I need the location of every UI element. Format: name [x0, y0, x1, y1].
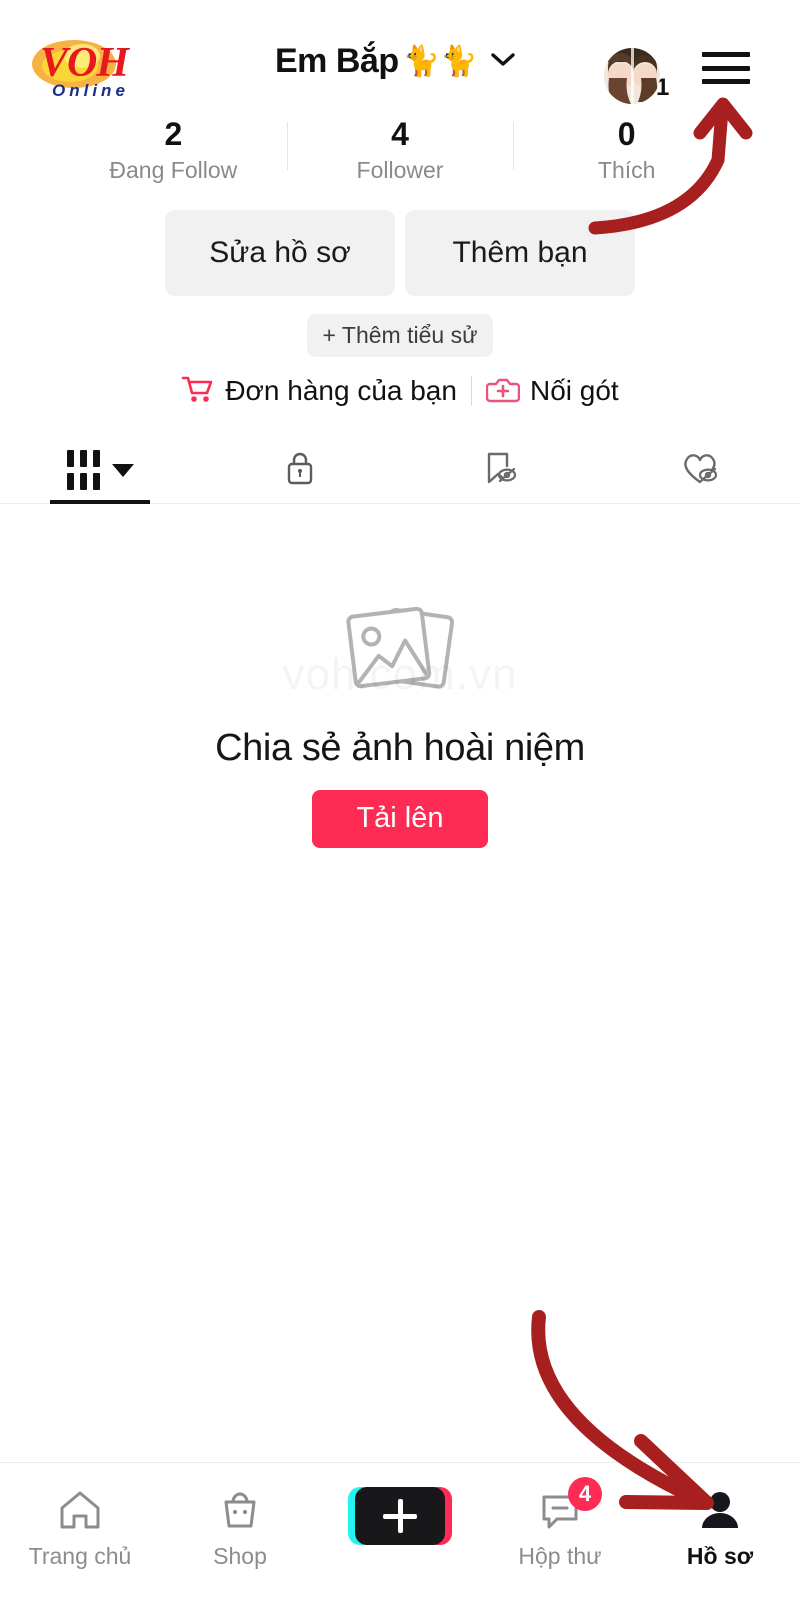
hamburger-bar: [702, 79, 750, 84]
stat-likes[interactable]: 0 Thích: [513, 116, 740, 184]
shopping-bag-icon: [216, 1487, 264, 1533]
add-bio-button[interactable]: + Thêm tiểu sử: [306, 313, 494, 357]
svg-text:VOH: VOH: [40, 40, 130, 86]
hamburger-bar: [702, 52, 750, 57]
lock-icon: [283, 448, 317, 493]
username-dropdown[interactable]: Em Bắp 🐈🐈: [275, 42, 517, 81]
shopping-cart-icon: [181, 374, 215, 409]
empty-state: voh.com.vn Chia sẻ ảnh hoài niệm Tải lên: [0, 594, 800, 848]
nav-label: Hộp thư: [518, 1543, 602, 1569]
create-core: [355, 1487, 445, 1545]
heart-hidden-icon: [680, 448, 720, 493]
nav-label: Hồ sơ: [686, 1543, 754, 1569]
add-photo-badge-icon: [485, 373, 521, 410]
message-icon: 4: [536, 1477, 602, 1533]
svg-text:Online: Online: [52, 81, 129, 100]
bookmark-hidden-icon: [481, 448, 519, 493]
nav-item-shop[interactable]: Shop: [160, 1487, 320, 1570]
person-icon: [696, 1487, 744, 1533]
stat-label: Follower: [356, 156, 444, 183]
avatar-group[interactable]: 1: [604, 48, 669, 104]
orders-label: Đơn hàng của bạn: [225, 375, 457, 407]
profile-stats: 2 Đang Follow 4 Follower 0 Thích: [0, 116, 800, 184]
nav-item-profile[interactable]: Hồ sơ: [640, 1487, 800, 1570]
edit-profile-button[interactable]: Sửa hồ sơ: [165, 209, 395, 296]
plus-vertical: [397, 1499, 403, 1533]
stat-value: 0: [617, 116, 636, 152]
tab-posts-grid[interactable]: [0, 438, 200, 503]
hamburger-bar: [702, 65, 750, 71]
home-icon: [56, 1487, 104, 1533]
noi-got-label: Nối gót: [529, 375, 619, 407]
profile-actions: Sửa hồ sơ Thêm bạn: [0, 209, 800, 296]
nav-item-home[interactable]: Trang chủ: [0, 1487, 160, 1570]
nav-label: Shop: [213, 1543, 267, 1569]
upload-button[interactable]: Tải lên: [312, 789, 488, 848]
profile-links: Đơn hàng của bạn Nối gót: [0, 373, 800, 410]
nav-item-inbox[interactable]: 4 Hộp thư: [480, 1477, 640, 1570]
tab-saved-hidden[interactable]: [400, 438, 600, 503]
profile-screen: VOH Online Em Bắp 🐈🐈 1 2 Đang Follow 4 F…: [0, 0, 800, 1600]
add-friend-button[interactable]: Thêm bạn: [405, 209, 635, 296]
stat-label: Đang Follow: [109, 156, 238, 183]
link-separator: [470, 376, 472, 407]
voh-online-logo: VOH Online: [22, 36, 172, 102]
caret-down-icon[interactable]: [111, 463, 134, 477]
empty-state-title: Chia sẻ ảnh hoài niệm: [215, 726, 585, 769]
hamburger-menu-icon[interactable]: [702, 48, 750, 88]
stat-label: Thích: [597, 156, 656, 183]
add-bio-label: + Thêm tiểu sử: [322, 321, 478, 348]
orders-link[interactable]: Đơn hàng của bạn: [181, 374, 457, 409]
nav-item-create[interactable]: [320, 1487, 480, 1555]
nav-label: Trang chủ: [28, 1543, 132, 1569]
profile-tabs: [0, 438, 800, 504]
bottom-navigation: Trang chủ Shop 4 Hộp thư Hồ sơ: [0, 1462, 800, 1600]
stat-value: 4: [391, 116, 409, 152]
create-plus-icon[interactable]: [348, 1487, 452, 1545]
inbox-badge: 4: [568, 1477, 602, 1511]
watermark: voh.com.vn: [283, 650, 518, 700]
tab-liked-hidden[interactable]: [600, 438, 800, 503]
chevron-down-icon: [489, 50, 517, 73]
stat-value: 2: [164, 116, 183, 152]
grid-icon: [66, 450, 100, 491]
stat-followers[interactable]: 4 Follower: [286, 116, 514, 184]
app-header: VOH Online Em Bắp 🐈🐈 1: [0, 0, 800, 108]
bio-row: + Thêm tiểu sử: [0, 313, 800, 357]
username-text: Em Bắp: [275, 42, 399, 80]
avatar[interactable]: [604, 48, 660, 104]
stat-following[interactable]: 2 Đang Follow: [60, 116, 287, 184]
cat-emoji: 🐈🐈: [402, 44, 478, 78]
tab-private[interactable]: [200, 438, 400, 503]
noi-got-link[interactable]: Nối gót: [485, 373, 619, 410]
